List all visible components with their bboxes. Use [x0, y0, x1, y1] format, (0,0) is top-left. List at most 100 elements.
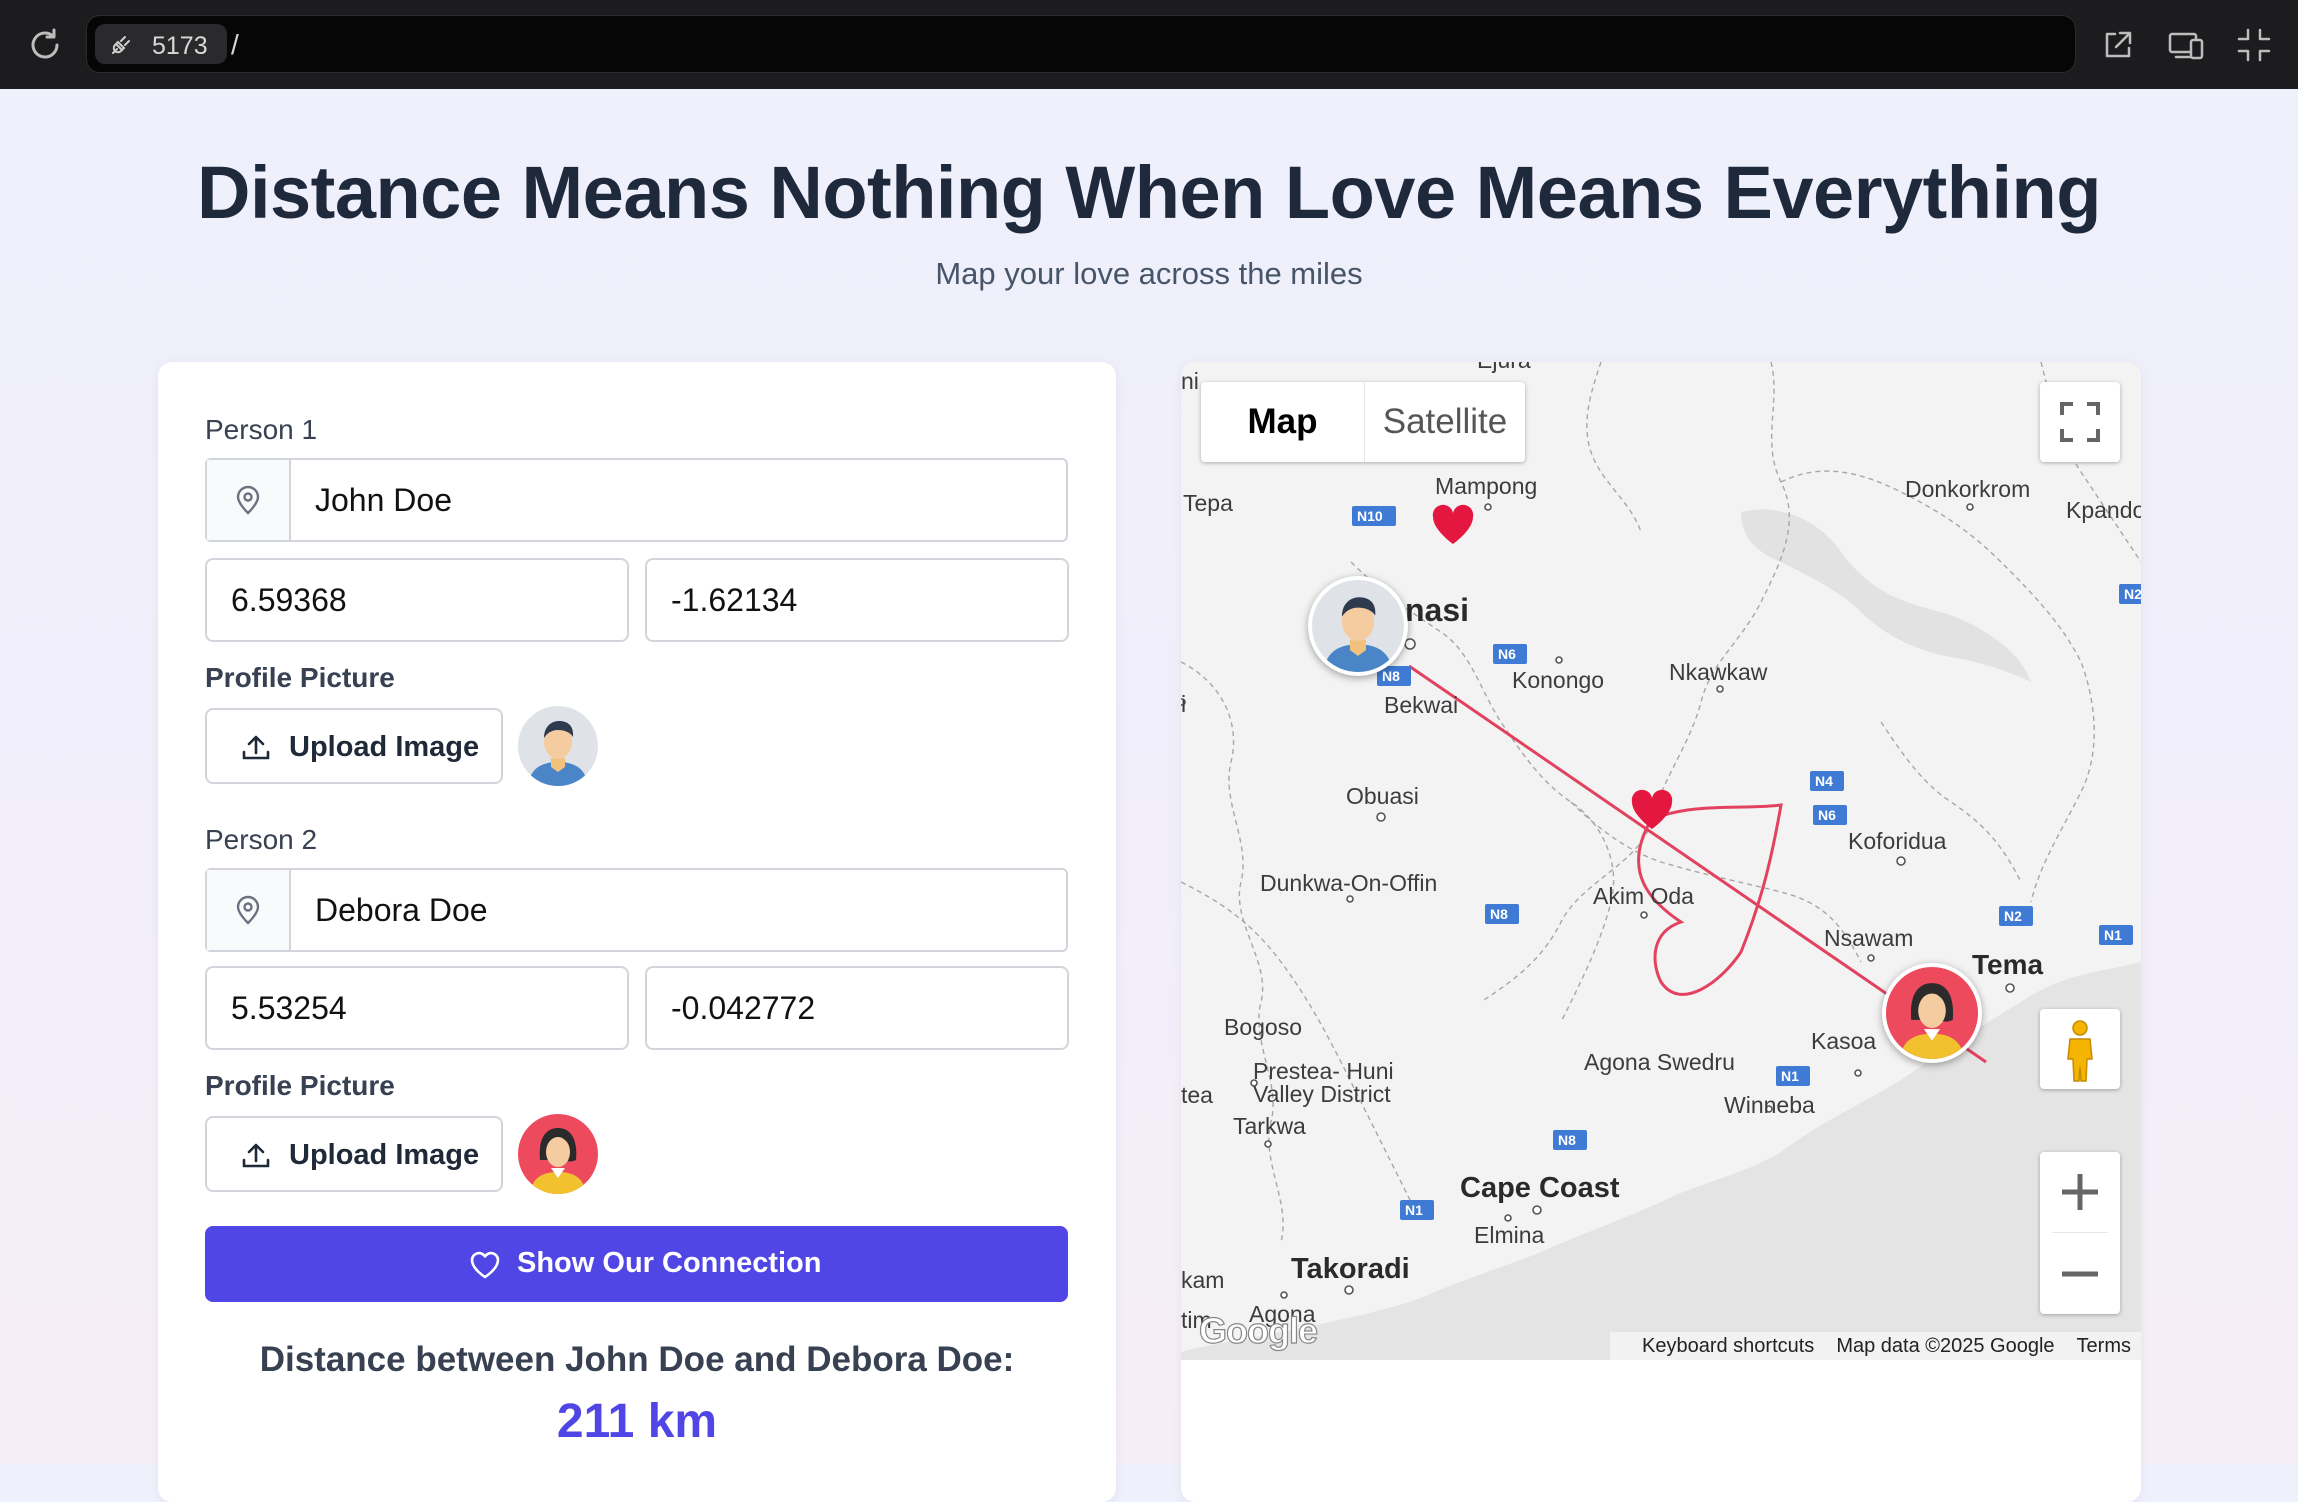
- place-label: i: [1181, 691, 1186, 717]
- zoom-in-button[interactable]: [2040, 1152, 2120, 1232]
- zoom-divider: [2052, 1232, 2108, 1233]
- minus-icon: [2062, 1271, 2098, 1277]
- person1-lat-input[interactable]: [205, 558, 629, 642]
- person2-label: Person 2: [205, 824, 318, 855]
- place-label: tea: [1181, 1082, 1213, 1108]
- place-label: Nkawkaw: [1669, 659, 1768, 685]
- collapse-icon[interactable]: [2234, 25, 2274, 65]
- place-label: Takoradi: [1291, 1253, 1410, 1285]
- road-label: N2: [2004, 908, 2022, 924]
- map-type-satellite-button[interactable]: Satellite: [1365, 382, 1525, 462]
- place-label: Tarkwa: [1233, 1113, 1306, 1139]
- keyboard-shortcuts-link[interactable]: Keyboard shortcuts: [1642, 1335, 1814, 1357]
- place-label: Konongo: [1512, 667, 1604, 693]
- place-label: Cape Coast: [1460, 1172, 1620, 1204]
- street-view-pegman-button[interactable]: [2040, 1009, 2120, 1089]
- road-label: N6: [1818, 807, 1836, 823]
- person2-map-marker[interactable]: [1882, 963, 1982, 1063]
- map-type-map-button[interactable]: Map: [1201, 382, 1365, 462]
- place-label: Bogoso: [1224, 1014, 1302, 1040]
- road-label: N8: [1490, 906, 1508, 922]
- open-external-icon[interactable]: [2098, 25, 2138, 65]
- form-card: Person 1 Profile Picture Upload Image Pe…: [158, 362, 1116, 1502]
- place-label: Kasoa: [1811, 1028, 1876, 1054]
- place-label: Akim Oda: [1593, 883, 1694, 909]
- place-label: Kpando: [2066, 497, 2141, 523]
- fullscreen-icon: [2060, 402, 2100, 442]
- place-label: kam: [1181, 1267, 1224, 1293]
- person2-name-group: [205, 868, 1068, 952]
- person1-upload-button[interactable]: Upload Image: [205, 708, 503, 784]
- person1-label: Person 1: [205, 414, 318, 445]
- heart-marker: [1432, 504, 1474, 544]
- map-type-control: Map Satellite: [1201, 382, 1525, 462]
- plug-icon: [112, 36, 130, 54]
- map-data-credit: Map data ©2025 Google: [1836, 1335, 2055, 1357]
- upload-button-label: Upload Image: [289, 1139, 480, 1171]
- terms-link[interactable]: Terms: [2077, 1335, 2131, 1357]
- person1-name-group: [205, 458, 1068, 542]
- zoom-control: [2040, 1152, 2120, 1314]
- person2-lat-input[interactable]: [205, 966, 629, 1050]
- reload-icon[interactable]: [24, 24, 66, 66]
- address-bar[interactable]: 5173 /: [86, 15, 2076, 73]
- plus-icon: [2062, 1174, 2098, 1210]
- map-card: N10 N6 N8 N4 N6 N8 N2 N1 N1 N8 N1 N2 Eju…: [1181, 362, 2141, 1502]
- upload-icon: [242, 1143, 270, 1168]
- road-label: N10: [1357, 508, 1383, 524]
- port-chip[interactable]: 5173: [95, 24, 227, 64]
- place-label: Ejura: [1477, 362, 1531, 373]
- place-label: Obuasi: [1346, 783, 1419, 809]
- heart-icon: [470, 1251, 500, 1279]
- person1-avatar: [518, 706, 598, 786]
- url-path: /: [231, 29, 239, 60]
- person1-map-marker[interactable]: [1308, 576, 1408, 676]
- show-connection-button[interactable]: Show Our Connection: [205, 1226, 1068, 1302]
- road-label: N8: [1382, 668, 1400, 684]
- road-label: N2: [2124, 586, 2141, 602]
- upload-icon: [242, 735, 270, 760]
- map-canvas[interactable]: N10 N6 N8 N4 N6 N8 N2 N1 N1 N8 N1 N2 Eju…: [1181, 362, 2141, 1360]
- person2-upload-button[interactable]: Upload Image: [205, 1116, 503, 1192]
- fullscreen-button[interactable]: [2040, 382, 2120, 462]
- page-subtitle: Map your love across the miles: [935, 256, 1363, 291]
- google-logo: Google: [1198, 1309, 1318, 1351]
- place-label: Mampong: [1435, 473, 1537, 499]
- distance-value: 211 km: [556, 1395, 718, 1448]
- person1-name-input[interactable]: [291, 460, 1061, 540]
- page-title: Distance Means Nothing When Love Means E…: [197, 151, 2101, 234]
- place-label: Koforidua: [1848, 828, 1947, 854]
- person2-lng-input[interactable]: [645, 966, 1069, 1050]
- place-label: Nsawam: [1824, 925, 1913, 951]
- road-label: N1: [2104, 927, 2122, 943]
- browser-toolbar: 5173 /: [0, 0, 2298, 89]
- place-label: Tema: [1972, 949, 2043, 980]
- person2-profile-label: Profile Picture: [205, 1070, 395, 1101]
- road-label: N1: [1781, 1068, 1799, 1084]
- distance-label: Distance between John Doe and Debora Doe…: [259, 1340, 1015, 1379]
- person1-lng-input[interactable]: [645, 558, 1069, 642]
- road-label: N4: [1815, 773, 1833, 789]
- place-label: Elmina: [1474, 1222, 1545, 1248]
- person2-avatar: [518, 1114, 598, 1194]
- place-label: Tepa: [1183, 490, 1233, 516]
- place-label: ni: [1181, 368, 1199, 394]
- place-label: nasi: [1405, 592, 1469, 628]
- road-label: N1: [1405, 1202, 1423, 1218]
- map-attribution: Keyboard shortcuts Map data ©2025 Google T…: [1609, 1332, 2141, 1360]
- map-tiles: N10 N6 N8 N4 N6 N8 N2 N1 N1 N8 N1 N2 Eju…: [1181, 362, 2141, 1360]
- location-pin-icon: [207, 870, 291, 950]
- pegman-icon: [2067, 1020, 2093, 1082]
- place-label: Winneba: [1724, 1092, 1815, 1118]
- place-label: Valley District: [1253, 1081, 1391, 1107]
- road-label: N6: [1498, 646, 1516, 662]
- place-label: Bekwai: [1384, 692, 1458, 718]
- place-label: Donkorkrom: [1905, 476, 2030, 502]
- road-label: N8: [1558, 1132, 1576, 1148]
- responsive-devices-icon[interactable]: [2166, 25, 2206, 65]
- show-connection-label: Show Our Connection: [517, 1247, 822, 1279]
- location-pin-icon: [207, 460, 291, 540]
- zoom-out-button[interactable]: [2040, 1234, 2120, 1314]
- person2-name-input[interactable]: [291, 870, 1061, 950]
- upload-button-label: Upload Image: [289, 731, 480, 763]
